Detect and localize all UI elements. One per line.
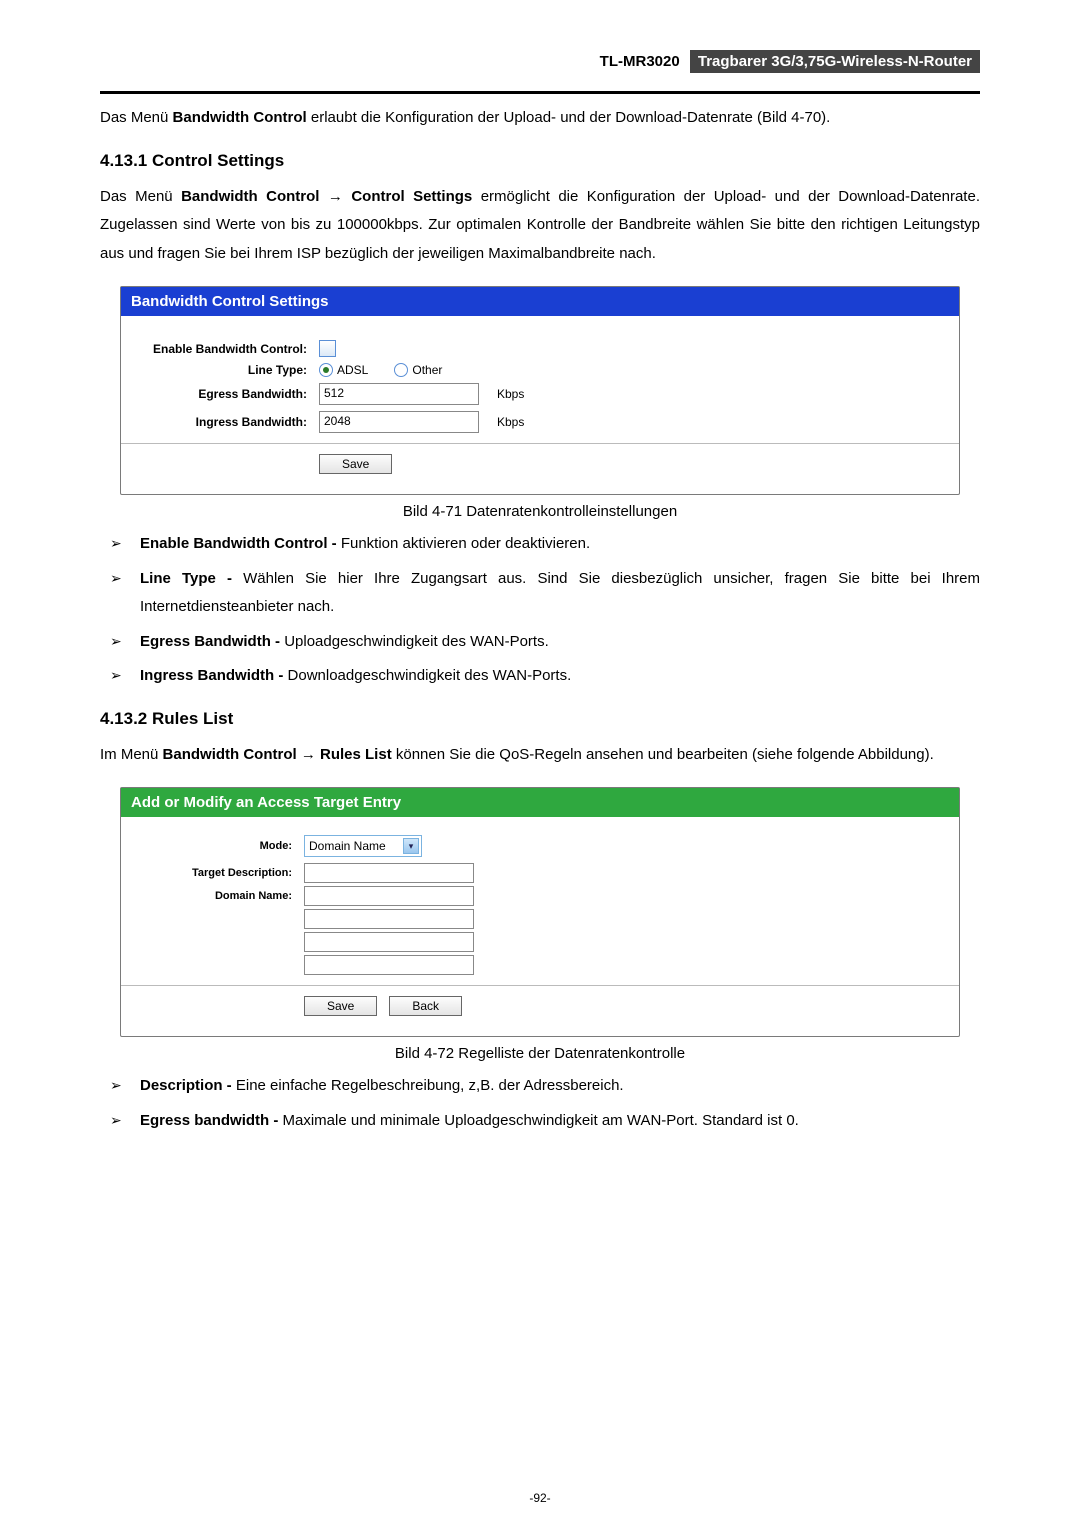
list-item: Egress bandwidth - Maximale und minimale… (106, 1107, 980, 1136)
unit-kbps: Kbps (497, 415, 524, 429)
domain-name-input-2[interactable] (304, 909, 474, 929)
panel-title: Bandwidth Control Settings (121, 287, 959, 316)
text: Das Menü (100, 109, 173, 126)
domain-name-input-4[interactable] (304, 955, 474, 975)
access-target-panel: Add or Modify an Access Target Entry Mod… (120, 787, 960, 1037)
domain-name-input-3[interactable] (304, 932, 474, 952)
list-item: Ingress Bandwidth - Downloadgeschwindigk… (106, 662, 980, 691)
label-ingress: Ingress Bandwidth: (137, 415, 319, 429)
text-bold: Enable Bandwidth Control - (140, 535, 341, 552)
label-mode: Mode: (137, 840, 304, 852)
text: Maximale und minimale Uploadgeschwindigk… (283, 1112, 799, 1129)
ingress-bandwidth-input[interactable]: 2048 (319, 411, 479, 433)
section-heading-control-settings: 4.13.1 Control Settings (100, 151, 980, 171)
bullet-list-2: Description - Eine einfache Regelbeschre… (100, 1072, 980, 1135)
text-bold: Bandwidth Control (173, 109, 307, 126)
label-domain-name: Domain Name: (137, 890, 304, 902)
line-type-adsl-radio[interactable] (319, 363, 333, 377)
list-item: Line Type - Wählen Sie hier Ihre Zugangs… (106, 565, 980, 622)
list-item: Enable Bandwidth Control - Funktion akti… (106, 530, 980, 559)
text-bold: Bandwidth Control → Control Settings (181, 188, 472, 205)
radio-label-other: Other (412, 363, 442, 377)
page-number: -92- (0, 1491, 1080, 1505)
label-egress: Egress Bandwidth: (137, 387, 319, 401)
select-value: Domain Name (309, 839, 386, 853)
unit-kbps: Kbps (497, 387, 524, 401)
text: Wählen Sie hier Ihre Zugangsart aus. Sin… (140, 570, 980, 616)
bandwidth-control-panel: Bandwidth Control Settings Enable Bandwi… (120, 286, 960, 495)
text: können Sie die QoS-Regeln ansehen und be… (392, 746, 934, 763)
text: Eine einfache Regelbeschreibung, z,B. de… (236, 1077, 624, 1094)
label-line-type: Line Type: (137, 363, 319, 377)
mode-select[interactable]: Domain Name ▾ (304, 835, 422, 857)
line-type-other-radio[interactable] (394, 363, 408, 377)
text: Downloadgeschwindigkeit des WAN-Ports. (288, 667, 572, 684)
text: Uploadgeschwindigkeit des WAN-Ports. (284, 633, 549, 650)
text-bold: Bandwidth Control → Rules List (163, 746, 392, 763)
section-heading-rules-list: 4.13.2 Rules List (100, 709, 980, 729)
label-target-description: Target Description: (137, 867, 304, 879)
save-button[interactable]: Save (304, 996, 377, 1016)
figure-caption-2: Bild 4-72 Regelliste der Datenratenkontr… (100, 1045, 980, 1062)
section2-paragraph: Im Menü Bandwidth Control → Rules List k… (100, 741, 980, 770)
text-bold: Ingress Bandwidth - (140, 667, 288, 684)
text-bold: Line Type - (140, 570, 243, 587)
egress-bandwidth-input[interactable]: 512 (319, 383, 479, 405)
text-bold: Egress Bandwidth - (140, 633, 284, 650)
text: Das Menü (100, 188, 181, 205)
back-button[interactable]: Back (389, 996, 462, 1016)
section1-paragraph: Das Menü Bandwidth Control → Control Set… (100, 183, 980, 269)
save-button[interactable]: Save (319, 454, 392, 474)
header-subtitle: Tragbarer 3G/3,75G-Wireless-N-Router (690, 50, 980, 73)
text: Im Menü (100, 746, 163, 763)
enable-bandwidth-checkbox[interactable] (319, 340, 336, 357)
bullet-list-1: Enable Bandwidth Control - Funktion akti… (100, 530, 980, 691)
target-description-input[interactable] (304, 863, 474, 883)
text-bold: Description - (140, 1077, 236, 1094)
text-bold: Egress bandwidth - (140, 1112, 283, 1129)
header-model: TL-MR3020 (594, 51, 686, 72)
domain-name-input-1[interactable] (304, 886, 474, 906)
list-item: Egress Bandwidth - Uploadgeschwindigkeit… (106, 628, 980, 657)
text: Funktion aktivieren oder deaktivieren. (341, 535, 590, 552)
radio-label-adsl: ADSL (337, 363, 368, 377)
header-rule (100, 91, 980, 94)
label-enable-bandwidth: Enable Bandwidth Control: (137, 342, 319, 356)
chevron-down-icon: ▾ (403, 838, 419, 854)
intro-paragraph: Das Menü Bandwidth Control erlaubt die K… (100, 104, 980, 133)
figure-caption-1: Bild 4-71 Datenratenkontrolleinstellunge… (100, 503, 980, 520)
text: erlaubt die Konfiguration der Upload- un… (307, 109, 831, 126)
panel-title: Add or Modify an Access Target Entry (121, 788, 959, 817)
list-item: Description - Eine einfache Regelbeschre… (106, 1072, 980, 1101)
